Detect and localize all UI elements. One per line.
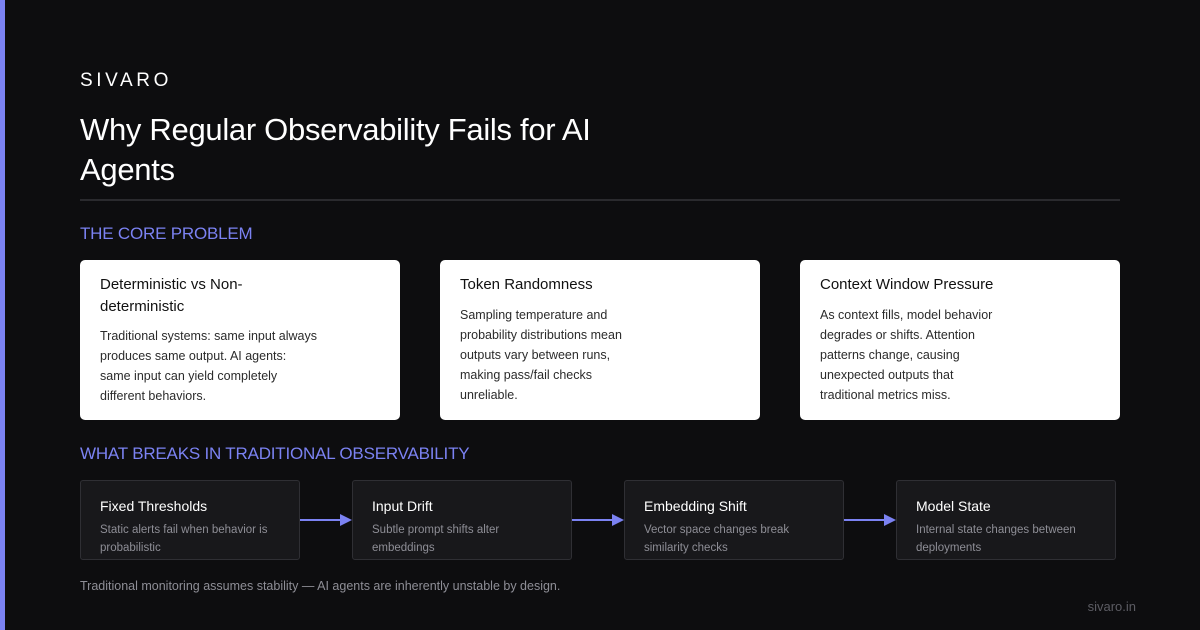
accent-bar: [0, 0, 5, 630]
flow-node-fixed-thresholds: Fixed Thresholds Static alerts fail when…: [80, 480, 300, 560]
flow-node-input-drift: Input Drift Subtle prompt shifts alter e…: [352, 480, 572, 560]
site-url: sivaro.in: [1087, 599, 1136, 614]
brand-logo: SIVARO: [80, 70, 172, 91]
section-label-what-breaks: WHAT BREAKS IN TRADITIONAL OBSERVABILITY: [80, 444, 470, 463]
flow-node-body: Static alerts fail when behavior is prob…: [100, 524, 268, 554]
flow-arrow-icon: [300, 514, 352, 526]
flow-node-body: Internal state changes between deploymen…: [916, 524, 1076, 554]
card-title: Context Window Pressure: [820, 276, 994, 293]
flow-node-body: Subtle prompt shifts alter embeddings: [372, 524, 500, 554]
flow-node-embedding-shift: Embedding Shift Vector space changes bre…: [624, 480, 844, 560]
card-title: Token Randomness: [460, 276, 593, 293]
flow-arrow-icon: [844, 514, 896, 526]
card-title: Deterministic vs Non-deterministic: [100, 276, 243, 315]
title-divider: [80, 199, 1120, 201]
section-label-core-problem: THE CORE PROBLEM: [80, 224, 253, 243]
footnote: Traditional monitoring assumes stability…: [80, 579, 561, 593]
card-body: As context fills, model behavior degrade…: [820, 308, 993, 402]
flow-node-title: Model State: [916, 498, 991, 514]
flow-node-title: Embedding Shift: [644, 498, 747, 514]
card-body: Traditional systems: same input always p…: [100, 329, 317, 403]
problem-card-context-window: Context Window Pressure As context fills…: [800, 260, 1120, 420]
problem-card-deterministic: Deterministic vs Non-deterministic Tradi…: [80, 260, 400, 420]
problem-card-token-randomness: Token Randomness Sampling temperature an…: [440, 260, 760, 420]
card-body: Sampling temperature and probability dis…: [460, 308, 622, 402]
flow-node-title: Input Drift: [372, 498, 433, 514]
flow-node-title: Fixed Thresholds: [100, 498, 208, 514]
flow-node-model-state: Model State Internal state changes betwe…: [896, 480, 1116, 560]
page-title: Why Regular Observability Fails for AI A…: [80, 112, 591, 187]
flow-arrow-icon: [572, 514, 624, 526]
flow-node-body: Vector space changes break similarity ch…: [644, 524, 790, 554]
